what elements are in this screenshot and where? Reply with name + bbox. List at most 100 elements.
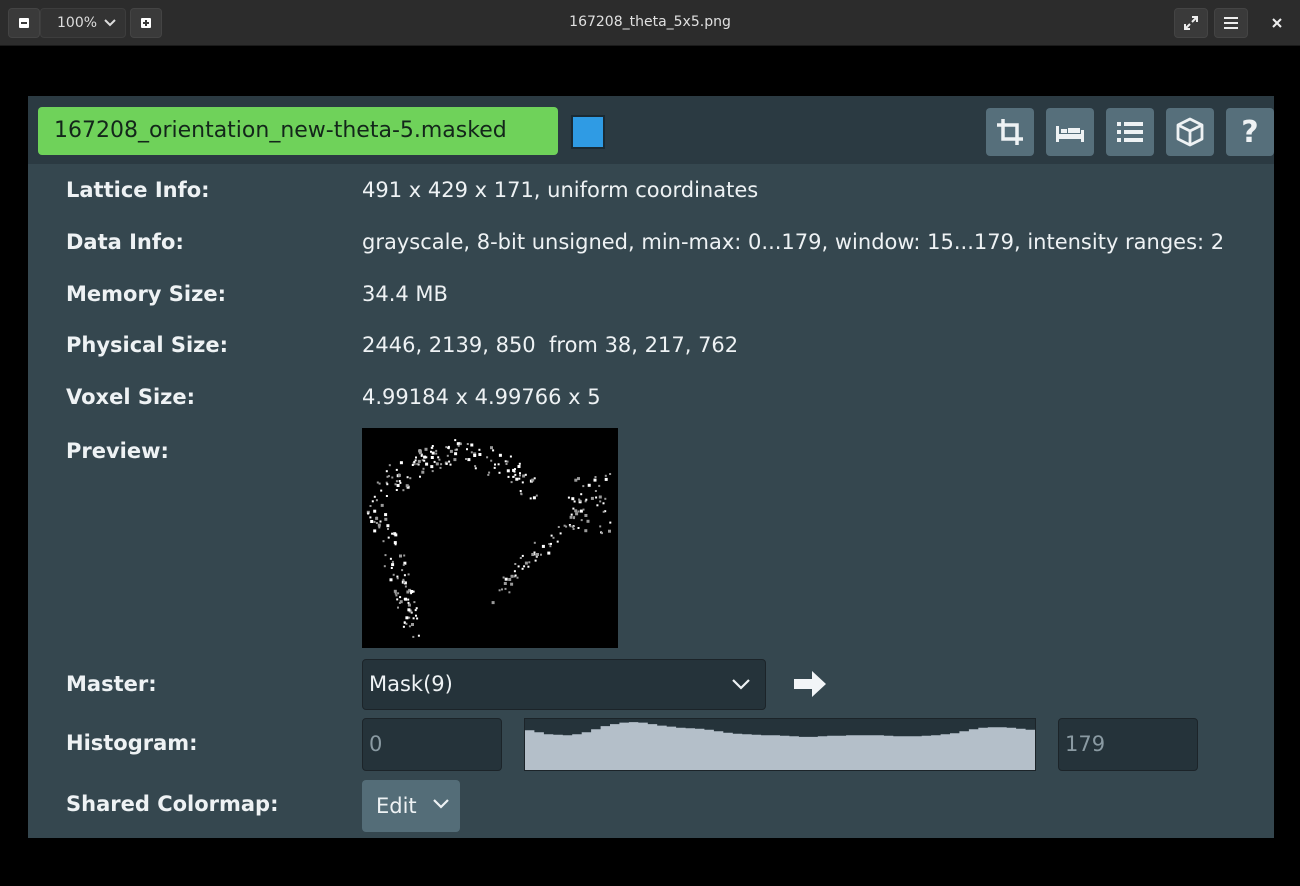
preview-speck (457, 444, 460, 447)
preview-speck (601, 532, 603, 535)
preview-speck (498, 589, 501, 592)
close-window-button[interactable] (1262, 8, 1292, 38)
preview-speck (571, 497, 575, 501)
histogram-max-input[interactable]: 179 (1058, 718, 1198, 771)
preview-speck (487, 473, 490, 476)
preview-speck (594, 490, 597, 492)
bed-button[interactable] (1046, 108, 1094, 156)
preview-speck (528, 561, 531, 564)
preview-speck (514, 473, 517, 476)
preview-speck (506, 469, 510, 473)
preview-speck (435, 462, 439, 466)
fullscreen-button[interactable] (1174, 8, 1208, 38)
preview-speck (413, 460, 416, 463)
preview-speck (412, 617, 415, 620)
preview-speck (550, 534, 553, 537)
colormap-edit-button[interactable]: Edit (362, 780, 460, 832)
preview-speck (549, 545, 552, 548)
preview-speck (422, 467, 425, 470)
preview-speck (494, 463, 496, 466)
preview-speck (599, 500, 602, 503)
preview-speck (373, 529, 377, 533)
preview-speck (524, 561, 528, 565)
preview-speck (407, 573, 410, 576)
preview-speck (529, 497, 532, 500)
histogram-min-input[interactable]: 0 (362, 718, 502, 771)
window-title: 167208_theta_5x5.png (569, 14, 731, 30)
preview-speck (410, 592, 413, 595)
preview-speck (379, 520, 382, 523)
3d-view-button[interactable] (1166, 108, 1214, 156)
preview-speck (424, 447, 428, 451)
preview-speck (595, 496, 598, 499)
preview-speck (384, 554, 387, 557)
preview-speck (470, 443, 474, 447)
preview-speck (388, 464, 391, 467)
preview-speck (414, 609, 417, 612)
chevron-down-icon (433, 799, 449, 809)
preview-speck (403, 581, 406, 584)
preview-speck (391, 532, 394, 535)
crop-button[interactable] (986, 108, 1034, 156)
preview-speck (402, 563, 405, 566)
preview-speck (497, 463, 500, 466)
chevron-down-icon (732, 679, 750, 690)
preview-speck (408, 625, 411, 628)
preview-speck (523, 565, 526, 568)
preview-speck (527, 565, 530, 568)
preview-speck (522, 474, 526, 478)
preview-speck (445, 462, 448, 465)
preview-speck (415, 456, 417, 459)
preview-speck (577, 477, 580, 481)
preview-speck (470, 451, 473, 454)
menu-button[interactable] (1214, 8, 1248, 38)
preview-speck (412, 635, 415, 638)
preview-label: Preview: (66, 439, 169, 463)
preview-speck (396, 484, 400, 487)
list-button[interactable] (1106, 108, 1154, 156)
preview-speck (397, 592, 400, 595)
preview-speck (608, 529, 611, 533)
preview-speck (590, 496, 594, 500)
preview-speck (580, 493, 583, 496)
preview-speck (510, 574, 514, 578)
crop-icon (997, 119, 1023, 145)
preview-speck (556, 540, 559, 543)
preview-speck (431, 445, 434, 447)
preview-speck (565, 525, 568, 528)
preview-speck (602, 510, 605, 513)
preview-speck (430, 456, 434, 459)
help-button[interactable]: ? (1226, 108, 1274, 156)
preview-speck (431, 451, 435, 455)
preview-speck (402, 578, 405, 581)
preview-speck (574, 509, 578, 513)
preview-speck (421, 470, 425, 474)
preview-speck (373, 495, 376, 498)
master-select[interactable]: Mask(9) (362, 659, 766, 710)
preview-speck (572, 528, 575, 530)
voxel-size-value: 4.99184 x 4.99766 x 5 (362, 385, 601, 409)
memory-size-value: 34.4 MB (362, 282, 448, 306)
preview-speck (385, 495, 388, 497)
preview-speck (393, 589, 397, 593)
preview-speck (540, 553, 542, 556)
arrow-right-icon[interactable] (792, 669, 828, 699)
preview-speck (552, 536, 555, 539)
bed-icon (1056, 126, 1084, 142)
object-name-field[interactable]: 167208_orientation_new-theta-5.masked (38, 107, 558, 155)
preview-speck (541, 544, 545, 548)
histogram-chart[interactable] (524, 718, 1036, 771)
physical-size-label: Physical Size: (66, 333, 229, 357)
preview-speck (398, 480, 401, 482)
preview-speck (417, 634, 420, 637)
data-info-value: grayscale, 8-bit unsigned, min-max: 0...… (362, 230, 1225, 254)
preview-speck (387, 536, 390, 539)
preview-speck (367, 512, 370, 515)
object-color-swatch[interactable] (571, 115, 605, 149)
shared-colormap-label: Shared Colormap: (66, 792, 279, 816)
preview-speck (574, 478, 578, 482)
preview-speck (378, 526, 381, 529)
preview-speck (405, 622, 408, 625)
preview-speck (399, 461, 403, 465)
preview-speck (407, 608, 411, 612)
